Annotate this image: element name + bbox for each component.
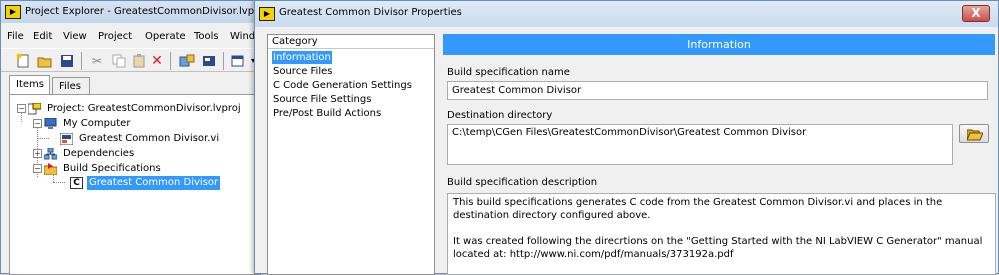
description-paragraph: This build specifications generates C co…: [453, 197, 943, 221]
dependencies-icon: [43, 147, 58, 160]
category-item-source-file-settings[interactable]: Source File Settings: [272, 93, 372, 106]
description-paragraph: It was created following the direcrtions…: [453, 236, 983, 260]
vi-icon: [59, 132, 74, 146]
category-item-pre-post-build[interactable]: Pre/Post Build Actions: [272, 107, 382, 120]
destination-input[interactable]: C:\temp\CGen Files\GreatestCommonDivisor…: [447, 124, 953, 165]
category-list: Category Information Source Files C Code…: [267, 34, 435, 275]
build-name-input[interactable]: [447, 81, 988, 100]
dialog-title-bar[interactable]: ▶ Greatest Common Divisor Properties X: [255, 1, 998, 27]
copy-icon[interactable]: [111, 53, 127, 69]
build-name-label: Build specification name: [447, 67, 570, 78]
project-explorer-title-bar[interactable]: ▶ Project Explorer - GreatestCommonDivis…: [1, 1, 267, 23]
category-header: Category: [268, 35, 434, 49]
menu-file[interactable]: File: [7, 31, 24, 42]
menu-tools[interactable]: Tools: [194, 31, 219, 42]
toolbar-separator: [223, 52, 224, 70]
toolbar-separator: [81, 52, 82, 70]
tree-item-label: Project: GreatestCommonDivisor.lvproj: [47, 103, 241, 114]
project-explorer-window: ▶ Project Explorer - GreatestCommonDivis…: [0, 0, 267, 275]
labview-icon: ▶: [5, 5, 21, 19]
project-tree: − − + − Project: GreatestCommonDivisor.l…: [9, 94, 261, 275]
cut-icon[interactable]: ✂: [89, 53, 105, 69]
collapse-icon[interactable]: −: [33, 164, 42, 173]
save-all-icon[interactable]: [59, 53, 75, 69]
tab-items[interactable]: Items: [9, 75, 50, 96]
labview-icon: ▶: [259, 7, 275, 21]
category-item-source-files[interactable]: Source Files: [272, 65, 333, 78]
tab-files[interactable]: Files: [52, 77, 90, 95]
close-button[interactable]: X: [962, 5, 990, 22]
toolbar: ✂ ✕ ▾: [1, 48, 261, 72]
tab-files-label: Files: [59, 81, 81, 92]
tree-item-label: Dependencies: [63, 148, 135, 159]
tree-connector: [37, 138, 49, 139]
description-label: Build specification description: [447, 177, 598, 188]
menu-project[interactable]: Project: [98, 31, 132, 42]
close-icon: X: [971, 6, 981, 20]
menu-bar: File Edit View Project Operate Tools Win…: [1, 30, 261, 46]
tree-item-label: Greatest Common Divisor: [87, 176, 221, 190]
c-build-icon: C: [70, 177, 83, 189]
tab-items-label: Items: [16, 79, 44, 90]
properties-dialog: ▶ Greatest Common Divisor Properties X C…: [254, 0, 999, 275]
dialog-title: Greatest Common Divisor Properties: [279, 7, 462, 18]
build-specs-icon: [43, 163, 58, 176]
destination-label: Destination directory: [447, 110, 553, 121]
project-icon: [27, 102, 42, 115]
description-textarea[interactable]: This build specifications generates C co…: [447, 193, 996, 275]
expand-icon[interactable]: +: [33, 149, 42, 158]
tree-item-label: My Computer: [63, 118, 131, 129]
deploy-icon[interactable]: [201, 53, 217, 69]
new-icon[interactable]: [15, 53, 31, 69]
browse-button[interactable]: [959, 124, 989, 143]
menu-edit[interactable]: Edit: [33, 31, 52, 42]
tree-connector: [53, 182, 65, 183]
paste-icon[interactable]: [131, 53, 147, 69]
menu-operate[interactable]: Operate: [145, 31, 186, 42]
menu-view[interactable]: View: [63, 31, 87, 42]
project-explorer-title: Project Explorer - GreatestCommonDivisor…: [25, 6, 267, 17]
section-header: Information: [443, 34, 995, 55]
folder-open-icon: [967, 129, 983, 141]
tree-item-label: Build Specifications: [63, 163, 161, 174]
category-item-c-code-generation[interactable]: C Code Generation Settings: [272, 79, 413, 92]
delete-icon[interactable]: ✕: [149, 53, 165, 69]
computer-icon: [44, 117, 57, 130]
menu-window[interactable]: Wind: [230, 31, 255, 42]
window-icon[interactable]: [230, 53, 246, 69]
tree-item-label: Greatest Common Divisor.vi: [79, 133, 220, 144]
c-icon-letter: C: [73, 178, 80, 188]
open-icon[interactable]: [37, 53, 53, 69]
collapse-icon[interactable]: −: [33, 119, 42, 128]
collapse-icon[interactable]: −: [17, 104, 26, 113]
build-icon[interactable]: [179, 53, 195, 69]
category-header-label: Category: [272, 36, 318, 47]
category-item-information[interactable]: Information: [272, 51, 332, 64]
toolbar-separator: [170, 52, 171, 70]
